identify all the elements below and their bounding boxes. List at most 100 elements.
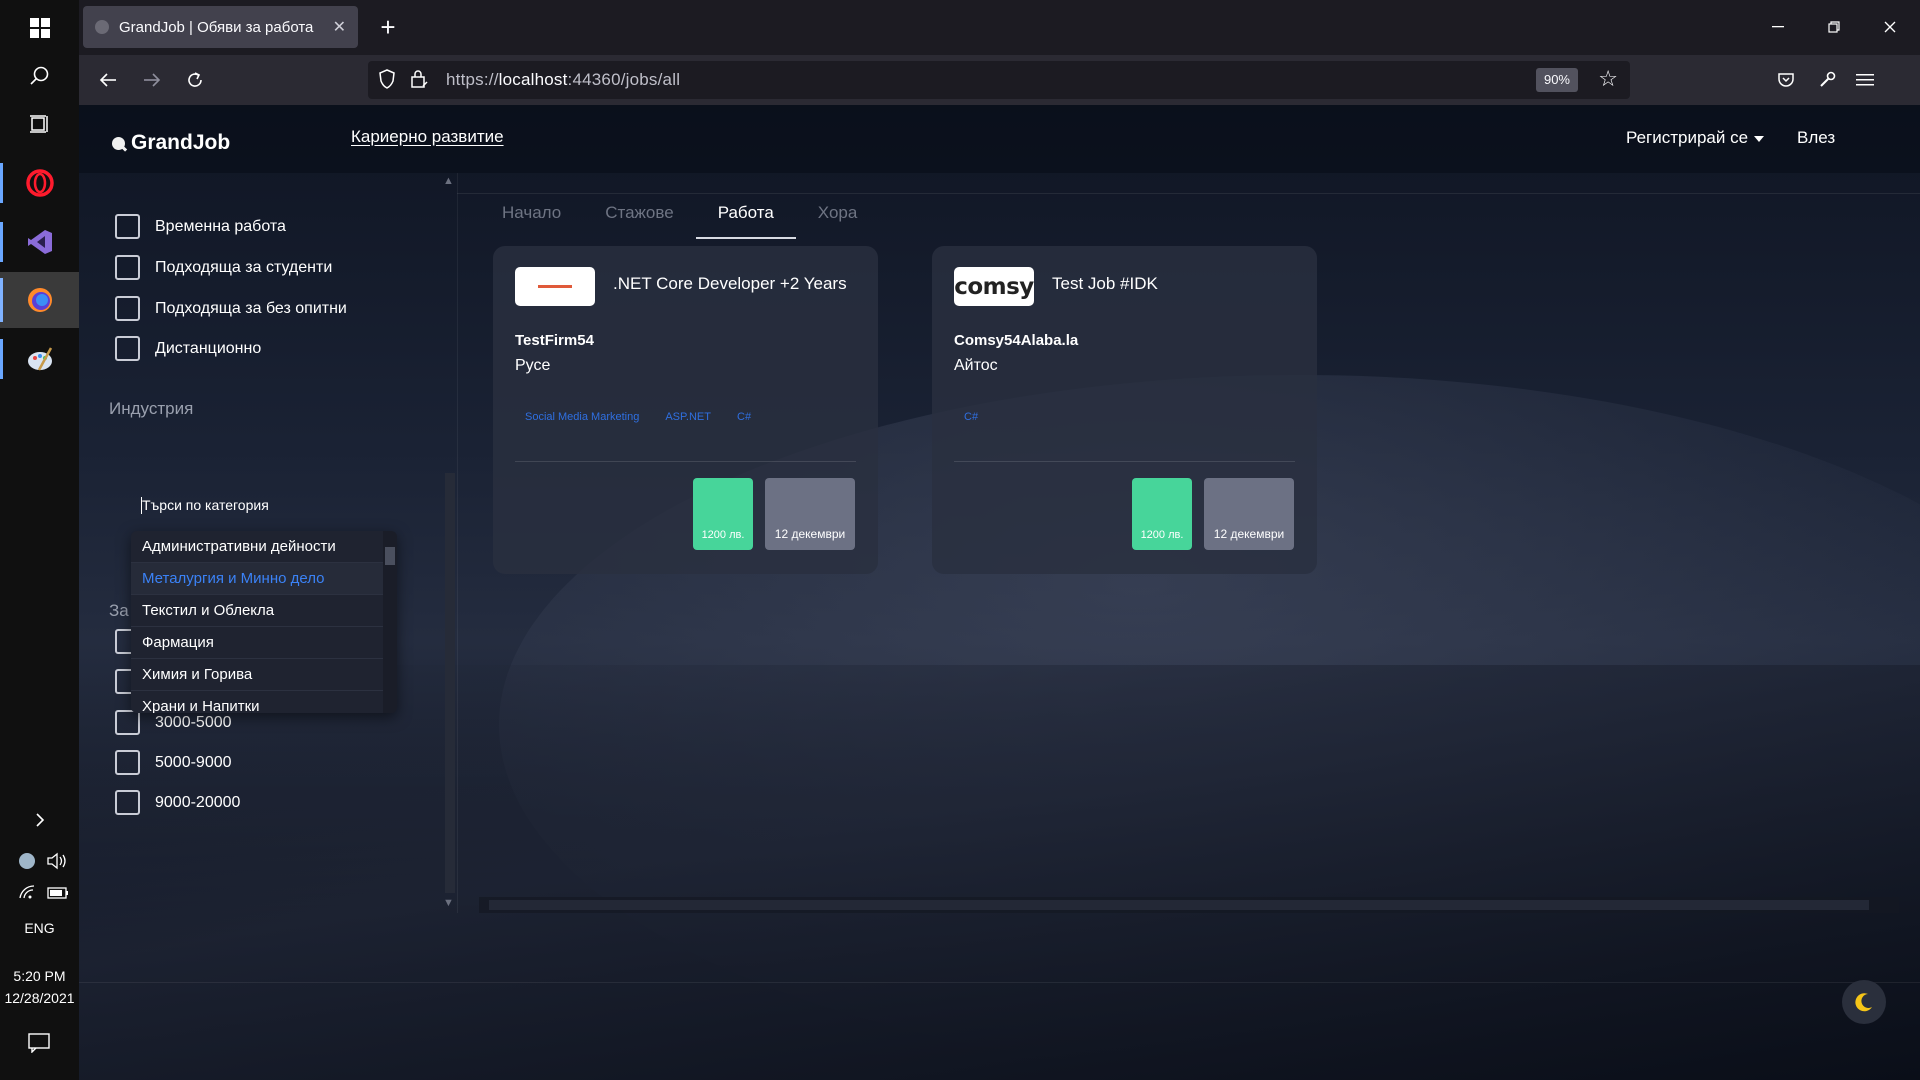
checkbox-label: Подходяща за без опитни [155,299,347,317]
checkbox[interactable] [115,296,140,321]
job-card[interactable]: .NET Core Developer +2 Years TestFirm54 … [493,246,878,574]
category-dropdown[interactable]: Административни дейности Металургия и Ми… [131,531,397,713]
hamburger-menu-icon[interactable] [1847,63,1883,97]
tag: ASP.NET [665,411,711,423]
filter-temporary[interactable]: Временна работа [115,214,286,239]
salary-section-title: За [109,601,129,620]
restore-icon[interactable] [1811,10,1857,44]
checkbox[interactable] [115,790,140,815]
zoom-indicator[interactable]: 90% [1535,68,1578,92]
checkbox[interactable] [115,214,140,239]
horizontal-scroll-thumb[interactable] [489,900,1869,910]
clock-time[interactable]: 5:20 PM [0,968,79,984]
checkbox[interactable] [115,255,140,280]
new-tab-button[interactable]: + [371,10,405,44]
checkbox-label: 3000-5000 [155,713,232,731]
tab-home[interactable]: Начало [480,203,583,239]
main-divider [457,193,1920,194]
url-path: :44360/jobs/all [567,70,681,89]
tab-close-icon[interactable]: ✕ [333,17,346,37]
dropdown-option[interactable]: Храни и Напитки [131,691,397,713]
company-logo-comsy: comsy [954,267,1034,306]
chevron-right-icon[interactable] [0,805,79,835]
checkbox[interactable] [115,336,140,361]
notifications-icon[interactable] [28,1033,50,1058]
filter-remote[interactable]: Дистанционно [115,336,261,361]
battery-icon[interactable] [47,886,69,904]
tracking-protection-shield-icon[interactable] [378,68,396,95]
tab-internships[interactable]: Стажове [583,203,695,239]
checkbox-label: Подходяща за студенти [155,258,333,276]
task-view-icon[interactable] [0,96,79,152]
lock-icon[interactable] [410,68,428,95]
language-indicator[interactable]: ENG [0,920,79,936]
back-icon[interactable] [90,63,126,97]
scroll-up-icon[interactable]: ▲ [443,175,454,187]
checkbox[interactable] [115,710,140,735]
tag: Social Media Marketing [525,411,640,423]
card-divider [954,461,1295,462]
filter-salary-9000-20000[interactable]: 9000-20000 [115,790,240,815]
paint-icon[interactable] [0,331,79,387]
footer-divider [79,982,1920,983]
tab-title: GrandJob | Обяви за работа [119,18,314,36]
opera-icon[interactable] [0,155,79,211]
address-bar[interactable]: https://localhost:44360/jobs/all 90% ☆ [368,61,1630,99]
register-dropdown[interactable]: Регистрирай се [1626,128,1765,148]
pocket-icon[interactable] [1768,63,1804,97]
tab-people[interactable]: Хора [796,203,880,239]
job-title[interactable]: .NET Core Developer +2 Years [613,274,847,294]
dropdown-scrollbar[interactable] [383,531,397,713]
nav-career-link[interactable]: Кариерно развитие [351,127,504,147]
dropdown-option[interactable]: Административни дейности [131,531,397,563]
brand-name: GrandJob [131,131,231,154]
wifi-icon[interactable] [18,884,38,905]
windows-taskbar: ENG 5:20 PM 12/28/2021 [0,0,79,1080]
bookmark-star-icon[interactable]: ☆ [1598,66,1618,92]
date-badge: 12 декември [1204,478,1294,550]
sidebar-scroll-thumb[interactable] [445,473,455,893]
scroll-down-icon[interactable]: ▼ [443,897,454,909]
checkbox[interactable] [115,750,140,775]
dropdown-scroll-thumb[interactable] [385,547,395,565]
minimize-icon[interactable] [1755,10,1801,44]
login-link[interactable]: Влез [1797,128,1835,148]
filter-students[interactable]: Подходяща за студенти [115,255,332,280]
dropdown-option[interactable]: Химия и Горива [131,659,397,691]
network-app-icon[interactable] [18,852,36,875]
browser-tab[interactable]: GrandJob | Обяви за работа ✕ [83,6,358,48]
tab-jobs[interactable]: Работа [695,203,796,239]
clock-date[interactable]: 12/28/2021 [0,990,79,1006]
logo-mark [538,285,572,288]
magnifier-logo-icon [112,136,125,150]
sidebar-scrollbar[interactable]: ▲ ▼ [441,173,457,913]
dropdown-option[interactable]: Текстил и Облекла [131,595,397,627]
volume-icon[interactable] [46,852,68,875]
tag: C# [964,411,979,423]
url-text[interactable]: https://localhost:44360/jobs/all [446,70,680,90]
visual-studio-icon[interactable] [0,214,79,270]
checkbox-label: Временна работа [155,217,286,235]
theme-toggle-button[interactable] [1842,980,1886,1024]
category-search-input[interactable]: Търси по категория [141,497,269,514]
close-window-icon[interactable] [1867,10,1913,44]
salary-badge: 1200 лв. [1132,478,1192,550]
wrench-icon[interactable] [1809,63,1845,97]
job-card[interactable]: comsy Test Job #IDK Comsy54Alaba.la Айто… [932,246,1317,574]
filter-no-experience[interactable]: Подходяща за без опитни [115,296,347,321]
main-horizontal-scrollbar[interactable] [479,897,1899,913]
brand-logo[interactable]: GrandJob [112,131,230,155]
firefox-icon[interactable] [0,272,79,328]
filter-salary-5000-9000[interactable]: 5000-9000 [115,750,232,775]
reload-icon[interactable] [177,63,213,97]
company-name: TestFirm54 [515,332,594,349]
dropdown-option[interactable]: Фармация [131,627,397,659]
filter-salary-3000-5000[interactable]: 3000-5000 [115,710,232,735]
browser-tabstrip: GrandJob | Обяви за работа ✕ + [79,0,1920,55]
dropdown-option-highlighted[interactable]: Металургия и Минно дело [131,563,397,595]
tag: C# [737,411,752,423]
company-name: Comsy54Alaba.la [954,332,1079,349]
job-title[interactable]: Test Job #IDK [1052,274,1158,294]
forward-icon[interactable] [134,63,170,97]
filter-sidebar: Временна работа Подходяща за студенти По… [79,173,457,913]
